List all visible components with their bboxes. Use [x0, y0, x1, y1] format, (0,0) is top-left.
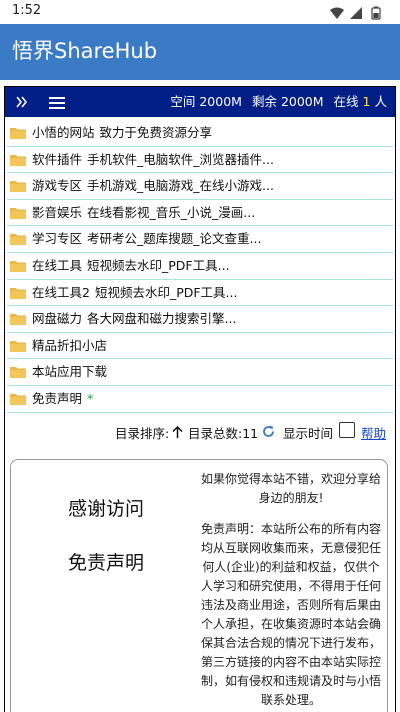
battery-icon: [371, 6, 381, 20]
folder-icon: [10, 314, 26, 326]
folder-name: 精品折扣小店: [32, 337, 108, 353]
disclaimer-text: 免责声明：本站所公布的所有内容均从互联网收集而来，无意侵犯任何人(企业)的利益和…: [201, 522, 382, 707]
folder-name: 免责声明: [32, 390, 83, 406]
folder-icon: [10, 234, 26, 246]
content-frame: 空间 2000M 剩余 2000M 在线 1 人 小悟的网站 致力于免费资源分享 …: [4, 86, 396, 712]
status-bar: 1:52: [0, 0, 400, 24]
folder-icon: [10, 287, 26, 299]
folder-row-2[interactable]: 游戏专区 手机游戏_电脑游戏_在线小游戏...: [7, 173, 393, 200]
folder-icon: [10, 154, 26, 166]
folder-name: 学习专区: [32, 231, 83, 247]
folder-name: 游戏专区: [32, 178, 83, 194]
folder-row-10[interactable]: 免责声明 *: [7, 386, 393, 413]
app-bar: 悟界ShareHub: [0, 24, 400, 80]
folder-icon: [10, 393, 26, 405]
status-icons: [328, 5, 390, 20]
new-mark: *: [87, 390, 94, 406]
folder-row-9[interactable]: 本站应用下载: [7, 359, 393, 386]
folder-name: 网盘磁力: [32, 311, 83, 327]
app-title: 悟界ShareHub: [12, 39, 158, 63]
folder-name: 影音娱乐: [32, 204, 83, 220]
sort-label: 目录排序:: [115, 426, 170, 441]
info-card: 感谢访问 免责声明 如果你觉得本站不错，欢迎分享给身边的朋友! 免责声明：本站所…: [10, 459, 388, 712]
menu-icon[interactable]: [48, 95, 66, 114]
show-time-label: 显示时间: [283, 426, 334, 441]
folder-name: 本站应用下载: [32, 364, 108, 380]
folder-desc: 各大网盘和磁力搜索引擎...: [87, 311, 237, 327]
storage-stats: 空间 2000M 剩余 2000M 在线 1 人: [170, 93, 387, 111]
folder-row-8[interactable]: 精品折扣小店: [7, 333, 393, 360]
folder-icon: [10, 207, 26, 219]
space-label: 空间: [170, 94, 196, 109]
folder-list: 小悟的网站 致力于免费资源分享 软件插件 手机软件_电脑软件_浏览器插件... 游戏…: [7, 120, 393, 413]
folder-row-1[interactable]: 软件插件 手机软件_电脑软件_浏览器插件...: [7, 147, 393, 174]
space-value: 2000M: [199, 94, 242, 109]
remain-label: 剩余: [251, 94, 277, 109]
folder-icon: [10, 367, 26, 379]
folder-name: 在线工具: [32, 257, 83, 273]
folder-icon: [10, 260, 26, 272]
folder-desc: 短视频去水印_PDF工具...: [94, 284, 238, 300]
directory-count: 目录总数:11: [188, 426, 259, 441]
sort-bar: 目录排序: 目录总数:11 显示时间 帮助: [5, 421, 395, 443]
sort-arrow-up-icon[interactable]: [172, 425, 183, 441]
wifi-icon: [330, 7, 344, 19]
folder-icon: [10, 181, 26, 193]
show-time-checkbox[interactable]: [339, 422, 355, 438]
folder-row-6[interactable]: 在线工具2 短视频去水印_PDF工具...: [7, 280, 393, 307]
folder-desc: 手机软件_电脑软件_浏览器插件...: [87, 151, 274, 167]
folder-desc: 在线看影视_音乐_小说_漫画...: [87, 204, 256, 220]
folder-desc: 手机游戏_电脑游戏_在线小游戏...: [87, 178, 274, 194]
help-link[interactable]: 帮助: [361, 423, 386, 442]
online-label: 在线: [333, 94, 359, 109]
thanks-heading: 感谢访问: [67, 498, 144, 520]
refresh-icon[interactable]: [262, 425, 275, 441]
folder-name: 在线工具2: [32, 284, 90, 300]
card-text: 如果你觉得本站不错，欢迎分享给身边的朋友! 免责声明：本站所公布的所有内容均从互…: [201, 470, 381, 712]
folder-icon: [10, 128, 26, 139]
folder-row-7[interactable]: 网盘磁力 各大网盘和磁力搜索引擎...: [7, 306, 393, 333]
folder-desc: 短视频去水印_PDF工具...: [87, 257, 230, 273]
folder-name: 软件插件: [32, 151, 83, 167]
toolbar: 空间 2000M 剩余 2000M 在线 1 人: [5, 87, 395, 117]
remain-value: 2000M: [280, 94, 324, 109]
folder-row-4[interactable]: 学习专区 考研考公_题库搜题_论文查重...: [7, 226, 393, 253]
signal-icon: [350, 7, 362, 19]
folder-row-0[interactable]: 小悟的网站 致力于免费资源分享: [7, 120, 393, 147]
online-unit: 人: [374, 94, 387, 109]
online-count: 1: [362, 94, 371, 109]
expand-chevron-icon[interactable]: [15, 94, 29, 113]
status-time: 1:52: [12, 3, 42, 18]
folder-desc: 考研考公_题库搜题_论文查重...: [87, 231, 262, 247]
folder-row-3[interactable]: 影音娱乐 在线看影视_音乐_小说_漫画...: [7, 200, 393, 227]
folder-name: 小悟的网站: [32, 125, 95, 140]
folder-icon: [10, 340, 26, 352]
folder-row-5[interactable]: 在线工具 短视频去水印_PDF工具...: [7, 253, 393, 280]
share-text: 如果你觉得本站不错，欢迎分享给身边的朋友!: [201, 472, 382, 505]
folder-desc: 致力于免费资源分享: [99, 125, 213, 140]
disclaimer-heading: 免责声明: [67, 552, 144, 574]
